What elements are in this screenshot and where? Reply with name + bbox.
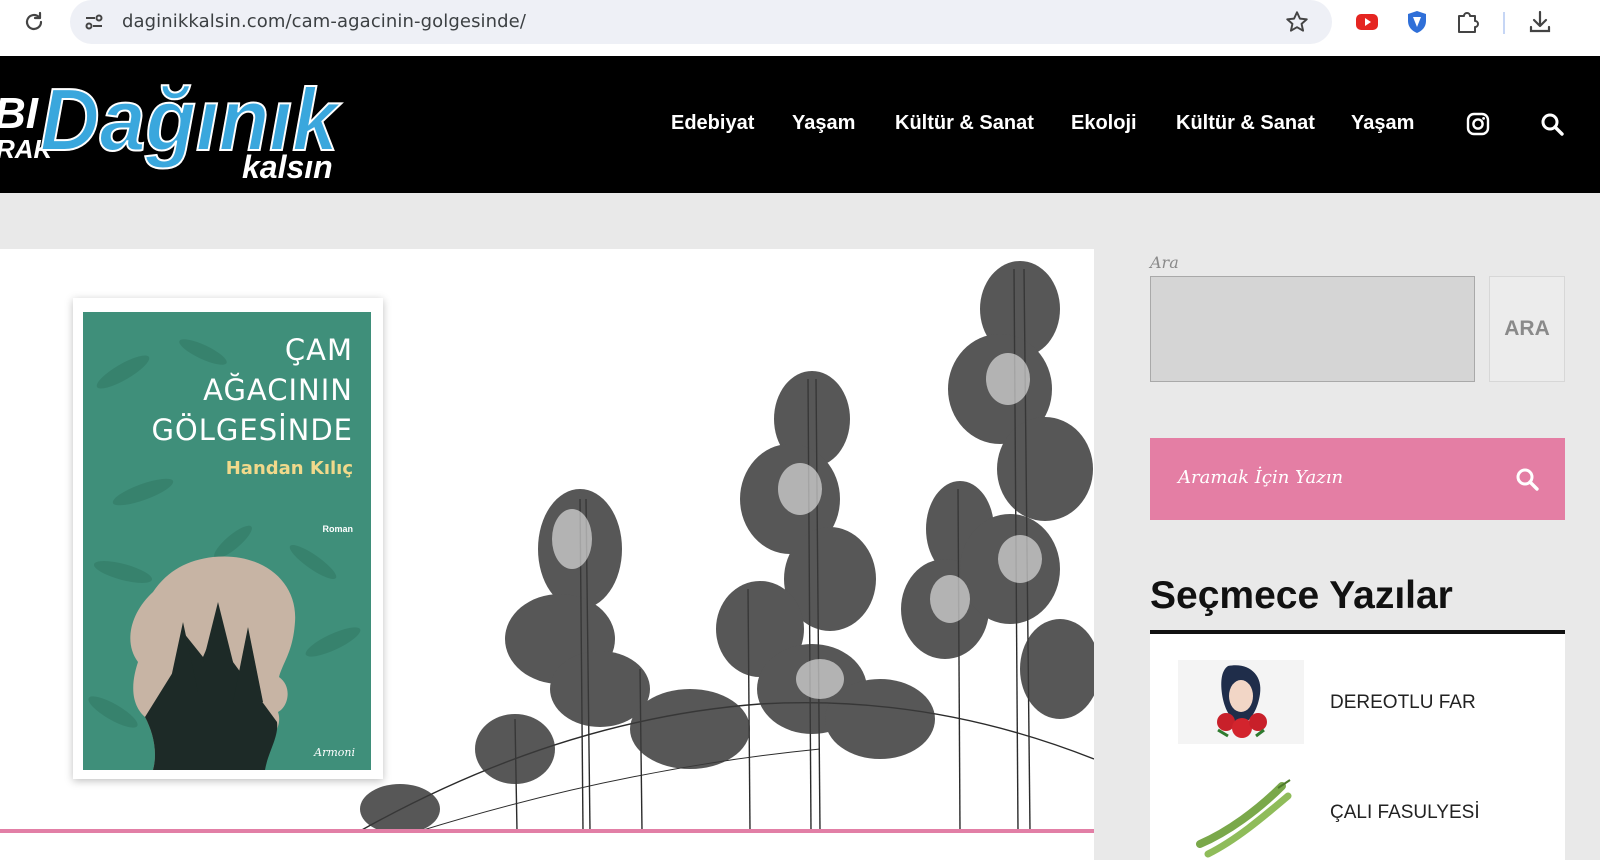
pink-search-placeholder[interactable]: Aramak İçin Yazın	[1178, 467, 1343, 488]
post-title[interactable]: ÇALI FASULYESİ	[1330, 802, 1480, 824]
post-thumbnail[interactable]	[1178, 660, 1304, 744]
bookmark-star-icon[interactable]	[1284, 9, 1310, 35]
book-cover-card: ÇAM AĞACININ GÖLGESİNDE Handan Kılıç Rom…	[73, 298, 383, 779]
url-text[interactable]: daginikkalsin.com/cam-agacinin-golgesind…	[122, 11, 526, 32]
book-title-line-1: ÇAM	[284, 333, 353, 367]
book-author: Handan Kılıç	[225, 458, 353, 479]
toolbar-divider	[1503, 12, 1505, 34]
browser-toolbar: daginikkalsin.com/cam-agacinin-golgesind…	[0, 0, 1600, 55]
nav-item-yasam-2[interactable]: Yaşam	[1351, 112, 1414, 135]
site-header: BI RAK Dağınık kalsın Edebiyat Yaşam Kül…	[0, 56, 1600, 193]
search-input[interactable]	[1150, 276, 1475, 382]
book-cover: ÇAM AĞACININ GÖLGESİNDE Handan Kılıç Rom…	[83, 312, 371, 770]
nav-item-kultur-sanat[interactable]: Kültür & Sanat	[895, 112, 1034, 135]
featured-image[interactable]: ÇAM AĞACININ GÖLGESİNDE Handan Kılıç Rom…	[0, 249, 1094, 831]
post-thumbnail[interactable]	[1178, 770, 1304, 860]
nav-item-kultur-sanat-2[interactable]: Kültür & Sanat	[1176, 112, 1315, 135]
header-spacer	[0, 193, 1600, 249]
book-publisher: Armoni	[314, 746, 355, 759]
list-item[interactable]: ÇALI FASULYESİ	[1150, 770, 1565, 860]
search-icon[interactable]	[1539, 111, 1565, 137]
book-genre: Roman	[322, 524, 353, 534]
hero-underline	[0, 829, 1094, 833]
nav-item-yasam[interactable]: Yaşam	[792, 112, 855, 135]
search-icon[interactable]	[1514, 466, 1540, 492]
download-icon[interactable]	[1526, 8, 1554, 36]
site-logo[interactable]: BI RAK Dağınık kalsın	[0, 56, 360, 193]
featured-posts-title: Seçmece Yazılar	[1150, 574, 1453, 617]
search-button[interactable]: ARA	[1489, 276, 1565, 382]
youtube-extension-icon[interactable]	[1353, 8, 1381, 36]
extensions-puzzle-icon[interactable]	[1453, 8, 1481, 36]
book-title-line-3: GÖLGESİNDE	[151, 413, 353, 447]
logo-text-bi: BI	[0, 89, 39, 138]
logo-text-sub: kalsın	[242, 149, 333, 185]
book-title: ÇAM AĞACININ GÖLGESİNDE	[151, 330, 353, 450]
shield-extension-icon[interactable]	[1403, 8, 1431, 36]
pink-search-box[interactable]: Aramak İçin Yazın	[1150, 438, 1565, 520]
site-info-icon[interactable]	[82, 10, 106, 34]
nav-item-edebiyat[interactable]: Edebiyat	[671, 112, 754, 135]
search-label: Ara	[1150, 253, 1179, 272]
featured-posts-list: DEREOTLU FAR ÇALI FASULYESİ	[1150, 634, 1565, 860]
list-item[interactable]: DEREOTLU FAR	[1150, 660, 1565, 760]
reload-icon[interactable]	[22, 10, 46, 34]
book-title-line-2: AĞACININ	[203, 373, 353, 407]
post-title[interactable]: DEREOTLU FAR	[1330, 692, 1476, 714]
nav-item-ekoloji[interactable]: Ekoloji	[1071, 112, 1137, 135]
address-bar[interactable]: daginikkalsin.com/cam-agacinin-golgesind…	[70, 0, 1332, 44]
instagram-icon[interactable]	[1465, 111, 1491, 137]
